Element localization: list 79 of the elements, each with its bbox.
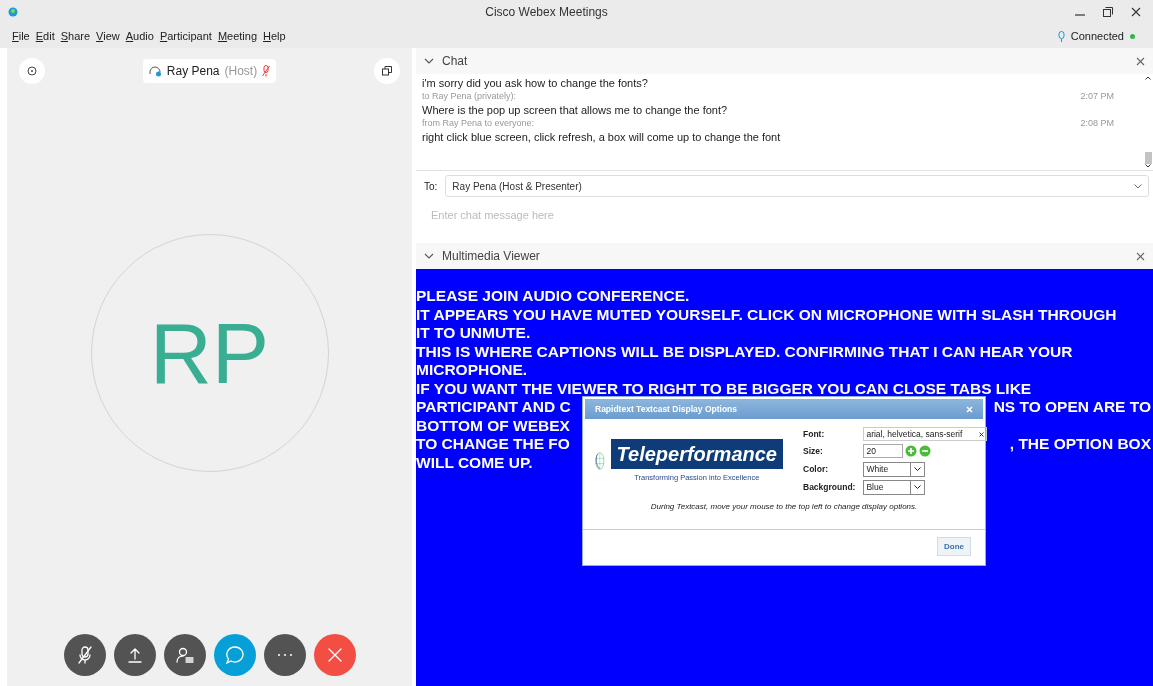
person-list-icon [175, 647, 194, 663]
font-label: Font: [803, 427, 826, 441]
close-icon[interactable] [1131, 7, 1141, 17]
app-logo-icon [8, 7, 18, 17]
share-button[interactable] [113, 634, 156, 676]
info-icon [27, 66, 37, 76]
dialog-hint: During Textcast, move your mouse to the top left to change display options. [649, 501, 919, 513]
mute-button[interactable] [63, 634, 106, 676]
window-title: Cisco Webex Meetings [485, 4, 608, 21]
size-field[interactable]: 20 [863, 444, 904, 459]
caption-text: MICROPHONE. [416, 361, 528, 380]
caption-text: IF YOU WANT THE VIEWER TO RIGHT TO BE BIGGER YOU CAN CLOSE TABS LIKE [416, 379, 1032, 398]
caption-text: BOTTOM OF WEBEX [416, 416, 570, 435]
clear-icon[interactable] [979, 431, 985, 437]
message-text: i'm sorry did you ask how to change the fonts? [422, 76, 649, 91]
menu-item[interactable]: Edit [35, 27, 55, 45]
menu-item[interactable]: Participant [159, 27, 212, 45]
caption-text: WILL COME UP. [416, 453, 533, 472]
message-time: 2:07 PM [1080, 90, 1114, 104]
message-text: Where is the pop up screen that allows me to change the font? [422, 103, 729, 118]
color-label: Color: [803, 462, 830, 476]
menu-item[interactable]: File [12, 27, 30, 45]
menu-item[interactable]: Help [263, 27, 286, 45]
menu-item[interactable]: View [96, 27, 120, 45]
speech-bubble-icon [224, 645, 245, 665]
chevron-icon [1134, 183, 1142, 189]
close-icon[interactable] [1136, 56, 1145, 66]
participants-button[interactable] [163, 634, 206, 676]
caption-text: , THE OPTION BOX [1009, 435, 1151, 454]
connection-status: Connected [1070, 28, 1124, 44]
caption-text: THIS IS WHERE CAPTIONS WILL BE DISPLAYED. CONFIRMING THAT I CAN HEAR YOUR [416, 342, 1073, 361]
color-select[interactable]: White [863, 461, 926, 477]
avatar-initials: RP [149, 310, 270, 396]
popout-icon [382, 66, 392, 76]
message-text: right click blue screen, click refresh, a box will come up to change the font [422, 130, 782, 145]
to-label: To: [424, 179, 438, 194]
participant-role: (Host) [224, 63, 258, 80]
chevron-icon [914, 467, 922, 472]
menu-item[interactable]: Audio [125, 27, 154, 45]
chat-input[interactable]: Enter chat message here [422, 197, 1147, 233]
menu-item[interactable]: Meeting [217, 27, 258, 45]
message-time: 2:08 PM [1080, 117, 1114, 131]
panel-title: Chat [442, 53, 468, 70]
font-field[interactable]: arial, helvetica, sans-serif [863, 427, 988, 442]
menu-item[interactable]: Share [60, 27, 91, 45]
caption-text: IT TO UNMUTE. [416, 324, 531, 343]
microphone-icon [1057, 30, 1065, 42]
dialog-title: Rapidtext Textcast Display Options [595, 402, 738, 416]
info-button[interactable] [19, 58, 45, 84]
muted-microphone-icon [76, 646, 93, 664]
recipient-dropdown[interactable]: Ray Pena (Host & Presenter) [445, 175, 1149, 197]
caption-text: IT APPEARS YOU HAVE MUTED YOURSELF. CLICK ON MICROPHONE WITH SLASH THROUGH [416, 305, 1117, 324]
participant-name: Ray Pena [166, 63, 220, 80]
chat-button[interactable] [213, 634, 256, 676]
size-label: Size: [803, 445, 824, 458]
restore-icon[interactable] [1103, 7, 1113, 17]
done-button[interactable]: Done [937, 537, 971, 556]
leave-button[interactable] [313, 634, 356, 676]
caption-text: PARTICIPANT AND C [416, 398, 571, 417]
caption-text: TO CHANGE THE FO [416, 435, 570, 454]
background-label: Background: [803, 481, 856, 494]
message-meta: to Ray Pena (privately): [422, 90, 517, 104]
message-meta: from Ray Pena to everyone: [422, 117, 535, 131]
logo-wordmark: Teleperformance [610, 438, 783, 469]
headset-icon [148, 65, 162, 77]
scroll-bar[interactable] [1144, 74, 1152, 170]
chevron-icon [914, 485, 922, 490]
popout-button[interactable] [374, 58, 400, 84]
close-icon[interactable] [1136, 251, 1145, 261]
chevron-icon[interactable] [424, 253, 434, 259]
chevron-icon[interactable] [424, 58, 434, 64]
caption-text: NS TO OPEN ARE TO [993, 398, 1151, 417]
panel-title: Multimedia Viewer [442, 248, 540, 265]
background-select[interactable]: Blue [863, 479, 926, 495]
caption-text: PLEASE JOIN AUDIO CONFERENCE. [416, 287, 690, 306]
close-icon [326, 647, 343, 663]
more-button[interactable] [263, 634, 306, 676]
upload-icon [126, 647, 143, 663]
more-icon [276, 653, 293, 657]
